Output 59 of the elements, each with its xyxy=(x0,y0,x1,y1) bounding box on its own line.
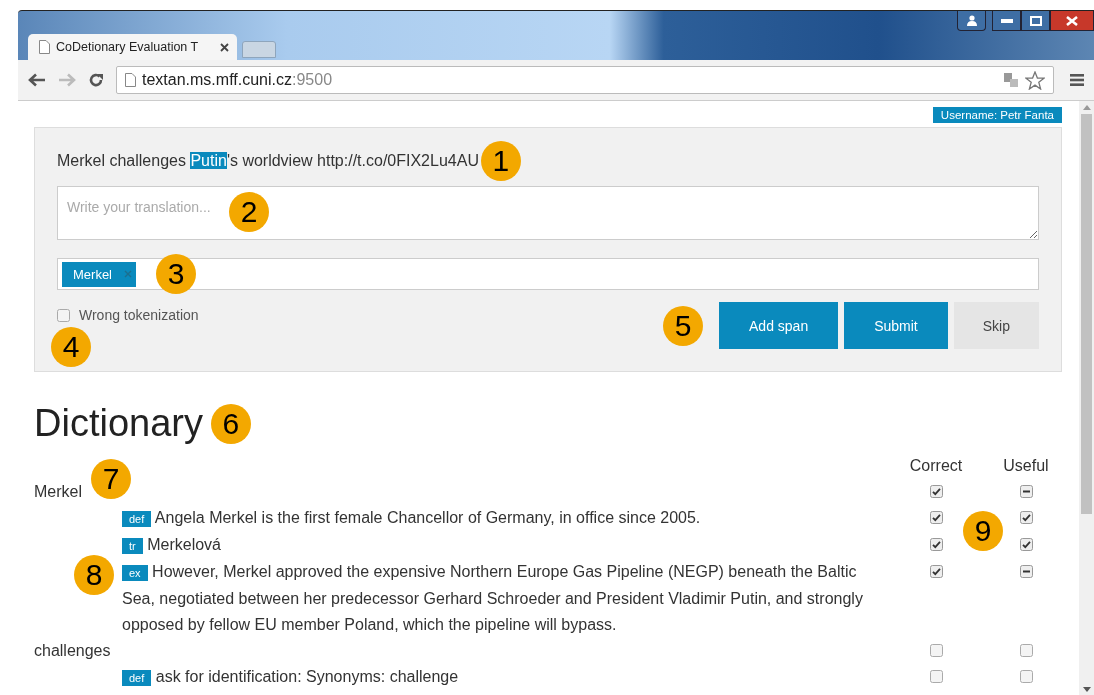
menu-icon[interactable] xyxy=(1070,73,1084,87)
headword: challenges xyxy=(34,641,111,661)
profile-button[interactable] xyxy=(957,11,986,31)
reload-icon[interactable] xyxy=(88,72,104,88)
page-icon xyxy=(125,73,136,87)
maximize-button[interactable] xyxy=(1021,11,1050,31)
scrollbar[interactable] xyxy=(1079,101,1094,695)
checkbox[interactable] xyxy=(929,644,943,657)
scroll-down-icon[interactable] xyxy=(1082,687,1091,692)
star-icon[interactable] xyxy=(1025,70,1045,90)
callout-number: 6 xyxy=(210,403,251,444)
indeterminate-checkbox[interactable] xyxy=(1019,485,1033,498)
person-icon xyxy=(965,15,978,26)
url-text: textan.ms.mff.cuni.cz:9500 xyxy=(142,71,333,89)
callout-number: 4 xyxy=(51,327,91,367)
checkbox[interactable] xyxy=(1019,670,1033,683)
checked-checkbox[interactable] xyxy=(1019,538,1033,551)
sense-text: def ask for identification: Synonyms: challenge xyxy=(122,664,875,691)
browser-tab[interactable]: CoDetionary Evaluation T xyxy=(28,34,237,60)
headword: Merkel xyxy=(34,482,82,502)
address-bar[interactable]: textan.ms.mff.cuni.cz:9500 xyxy=(116,66,1054,94)
maximize-icon xyxy=(1029,15,1042,26)
callout-number: 3 xyxy=(156,254,196,294)
action-button[interactable]: Skip xyxy=(953,302,1039,349)
column-header: Correct xyxy=(908,456,964,476)
checkbox[interactable] xyxy=(1019,644,1033,657)
callout-number: 8 xyxy=(74,555,114,595)
checkbox[interactable] xyxy=(57,308,70,322)
dictionary-heading: Dictionary xyxy=(34,402,203,445)
close-icon xyxy=(1066,15,1078,26)
checkbox[interactable] xyxy=(929,670,943,683)
minimize-icon xyxy=(1000,18,1013,23)
action-button[interactable]: Submit xyxy=(844,302,948,349)
tab-title: CoDetionary Evaluation T xyxy=(56,40,200,54)
sense-text: def Angela Merkel is the first female Chancellor of Germany, in office since 2005. xyxy=(122,505,875,532)
source-sentence: Merkel challenges Putin's worldview http://t.co/0FIX2Lu4AU xyxy=(57,152,479,170)
checked-checkbox[interactable] xyxy=(929,538,943,551)
action-button[interactable]: Add span xyxy=(719,302,839,349)
close-icon[interactable] xyxy=(220,42,229,52)
callout-number: 1 xyxy=(480,141,521,181)
checked-checkbox[interactable] xyxy=(1019,511,1033,524)
checked-checkbox[interactable] xyxy=(929,511,943,524)
sense-text: tr Merkelová xyxy=(122,532,875,559)
callout-number: 5 xyxy=(663,305,703,346)
page-icon xyxy=(39,40,50,54)
column-header: Useful xyxy=(1002,456,1050,476)
minimize-button[interactable] xyxy=(992,11,1021,31)
sense-text: ex However, Merkel approved the expensive Northern Europe Gas Pipeline (NEGP) beneath the Baltic Sea, negotiated between her predecessor Gerhard Schroeder and President Vladimir Putin, and strongly opposed by fellow EU member Poland, which the pipeline will bypass. xyxy=(122,562,864,635)
checked-checkbox[interactable] xyxy=(929,565,943,578)
indeterminate-checkbox[interactable] xyxy=(1019,565,1033,578)
back-icon[interactable] xyxy=(28,73,46,87)
checked-checkbox[interactable] xyxy=(929,485,943,498)
callout-number: 7 xyxy=(91,459,131,499)
close-window-button[interactable] xyxy=(1050,11,1094,31)
translate-icon[interactable] xyxy=(1003,72,1019,88)
checkbox-label: Wrong tokenization xyxy=(79,307,199,323)
span-tag[interactable]: Merkel xyxy=(62,261,136,287)
username-badge: Username: Petr Fanta xyxy=(932,107,1062,123)
callout-number: 9 xyxy=(963,511,1003,551)
